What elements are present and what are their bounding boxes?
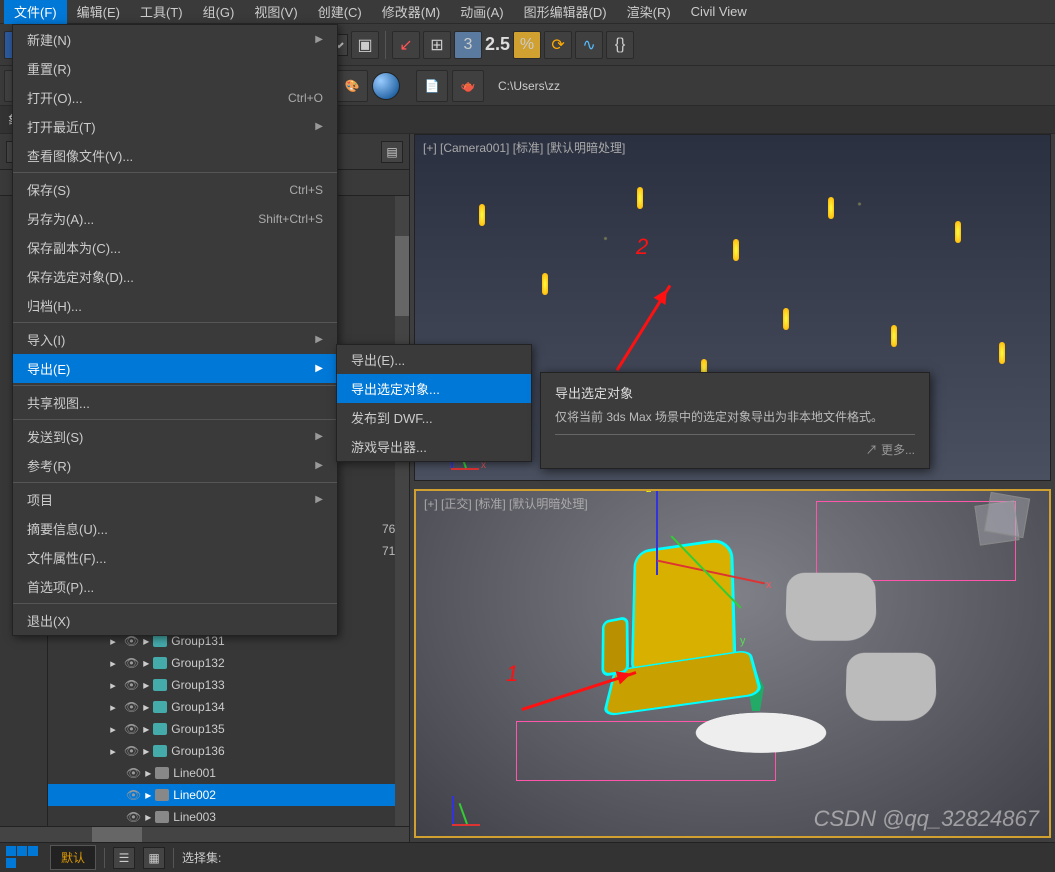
- selection-set-label: 选择集:: [182, 849, 221, 866]
- menu-file[interactable]: 文件(F): [4, 0, 67, 24]
- mi-savecopy[interactable]: 保存副本为(C)...: [13, 233, 337, 262]
- tooltip-export-selected: 导出选定对象 仅将当前 3ds Max 场景中的选定对象导出为非本地文件格式。 …: [540, 372, 930, 469]
- list-item[interactable]: ▸👁▸Group134: [48, 696, 395, 718]
- mi-prefs[interactable]: 首选项(P)...: [13, 572, 337, 601]
- menu-edit[interactable]: 编辑(E): [67, 0, 130, 24]
- scene-hscroll[interactable]: [0, 826, 409, 842]
- keymode-icon[interactable]: ⊞: [423, 31, 451, 59]
- list-item[interactable]: 👁▸Line003: [48, 806, 395, 826]
- viewport-label-bottom[interactable]: [+] [正交] [标准] [默认明暗处理]: [424, 495, 588, 512]
- mi-exit[interactable]: 退出(X): [13, 606, 337, 635]
- menubar: 文件(F) 编辑(E) 工具(T) 组(G) 视图(V) 创建(C) 修改器(M…: [0, 0, 1055, 24]
- manip-icon[interactable]: ↙: [392, 31, 420, 59]
- mat-preview-5[interactable]: [372, 72, 400, 100]
- palette-icon[interactable]: 🎨: [336, 70, 368, 102]
- menu-view[interactable]: 视图(V): [244, 0, 307, 24]
- mi-save[interactable]: 保存(S)Ctrl+S: [13, 175, 337, 204]
- viewport-layout-icon[interactable]: [6, 846, 42, 870]
- num-b: 715: [382, 544, 395, 558]
- bracket-icon[interactable]: {}: [606, 31, 634, 59]
- isolate-icon[interactable]: ▦: [143, 847, 165, 869]
- se-filter-icon[interactable]: ▤: [381, 141, 403, 163]
- prompt-default: 默认: [50, 845, 96, 870]
- mi-reference[interactable]: 参考(R)▶: [13, 451, 337, 480]
- viewcube-icon[interactable]: [977, 503, 1037, 563]
- tooltip-more-link[interactable]: 更多...: [555, 441, 915, 458]
- file-menu-dropdown: 新建(N)▶ 重置(R) 打开(O)...Ctrl+O 打开最近(T)▶ 查看图…: [12, 24, 338, 636]
- menu-group[interactable]: 组(G): [193, 0, 245, 24]
- mi-sendto[interactable]: 发送到(S)▶: [13, 422, 337, 451]
- mi-project[interactable]: 项目▶: [13, 485, 337, 514]
- pivot-icon[interactable]: ▣: [351, 31, 379, 59]
- viewport-area: [+] [Camera001] [标准] [默认明暗处理] xyz [+] [正…: [410, 134, 1055, 842]
- mi-summary[interactable]: 摘要信息(U)...: [13, 514, 337, 543]
- menu-civilview[interactable]: Civil View: [681, 1, 757, 22]
- stool-object: [845, 653, 937, 721]
- mi-reset[interactable]: 重置(R): [13, 54, 337, 83]
- menu-modifiers[interactable]: 修改器(M): [372, 0, 451, 24]
- mi-open-recent[interactable]: 打开最近(T)▶: [13, 112, 337, 141]
- list-item[interactable]: 👁▸Line001: [48, 762, 395, 784]
- num-a: 760: [382, 522, 395, 536]
- mi-shareview[interactable]: 共享视图...: [13, 388, 337, 417]
- export-submenu: 导出(E)... 导出选定对象... 发布到 DWF... 游戏导出器...: [336, 344, 532, 462]
- menu-grapheditor[interactable]: 图形编辑器(D): [514, 0, 617, 24]
- menu-animation[interactable]: 动画(A): [450, 0, 513, 24]
- scene-scrollbar[interactable]: [395, 196, 409, 826]
- list-item[interactable]: ▸👁▸Group133: [48, 674, 395, 696]
- mi-open[interactable]: 打开(O)...Ctrl+O: [13, 83, 337, 112]
- angle-snap-value: 2.5: [485, 34, 510, 55]
- stool-object: [785, 573, 877, 641]
- path-label: C:\Users\zz: [498, 79, 560, 93]
- mi-export[interactable]: 导出(E)▶: [13, 354, 337, 383]
- watermark: CSDN @qq_32824867: [814, 806, 1039, 832]
- status-bar: 默认 ☰ ▦ 选择集:: [0, 842, 1055, 872]
- mi-import[interactable]: 导入(I)▶: [13, 325, 337, 354]
- list-item[interactable]: ▸👁▸Group135: [48, 718, 395, 740]
- mi-view-image[interactable]: 查看图像文件(V)...: [13, 141, 337, 170]
- render-setup-icon[interactable]: 📄: [416, 70, 448, 102]
- sm-game-exporter[interactable]: 游戏导出器...: [337, 432, 531, 461]
- annotation-2: 2: [636, 234, 648, 260]
- layers-icon[interactable]: ☰: [113, 847, 135, 869]
- sm-publish-dwf[interactable]: 发布到 DWF...: [337, 403, 531, 432]
- sm-export-selected[interactable]: 导出选定对象...: [337, 374, 531, 403]
- curve-icon[interactable]: ∿: [575, 31, 603, 59]
- menu-render[interactable]: 渲染(R): [617, 0, 681, 24]
- mi-fileprops[interactable]: 文件属性(F)...: [13, 543, 337, 572]
- snap3d-icon[interactable]: 3: [454, 31, 482, 59]
- list-item[interactable]: ▸👁▸Group136: [48, 740, 395, 762]
- sm-export[interactable]: 导出(E)...: [337, 345, 531, 374]
- annotation-1: 1: [506, 661, 518, 687]
- mi-archive[interactable]: 归档(H)...: [13, 291, 337, 320]
- spinner-snap-icon[interactable]: ⟳: [544, 31, 572, 59]
- menu-tools[interactable]: 工具(T): [130, 0, 193, 24]
- render-icon[interactable]: 🫖: [452, 70, 484, 102]
- tooltip-body: 仅将当前 3ds Max 场景中的选定对象导出为非本地文件格式。: [555, 408, 915, 435]
- mi-new[interactable]: 新建(N)▶: [13, 25, 337, 54]
- angle-snap-icon[interactable]: %: [513, 31, 541, 59]
- list-item-selected[interactable]: 👁▸Line002: [48, 784, 395, 806]
- viewport-ortho[interactable]: [+] [正交] [标准] [默认明暗处理] x y z: [414, 489, 1051, 838]
- mi-saveas[interactable]: 另存为(A)...Shift+Ctrl+S: [13, 204, 337, 233]
- menu-create[interactable]: 创建(C): [308, 0, 372, 24]
- mi-saveselected[interactable]: 保存选定对象(D)...: [13, 262, 337, 291]
- tooltip-title: 导出选定对象: [555, 383, 915, 402]
- viewport-label-top[interactable]: [+] [Camera001] [标准] [默认明暗处理]: [423, 139, 625, 156]
- list-item[interactable]: ▸👁▸Group132: [48, 652, 395, 674]
